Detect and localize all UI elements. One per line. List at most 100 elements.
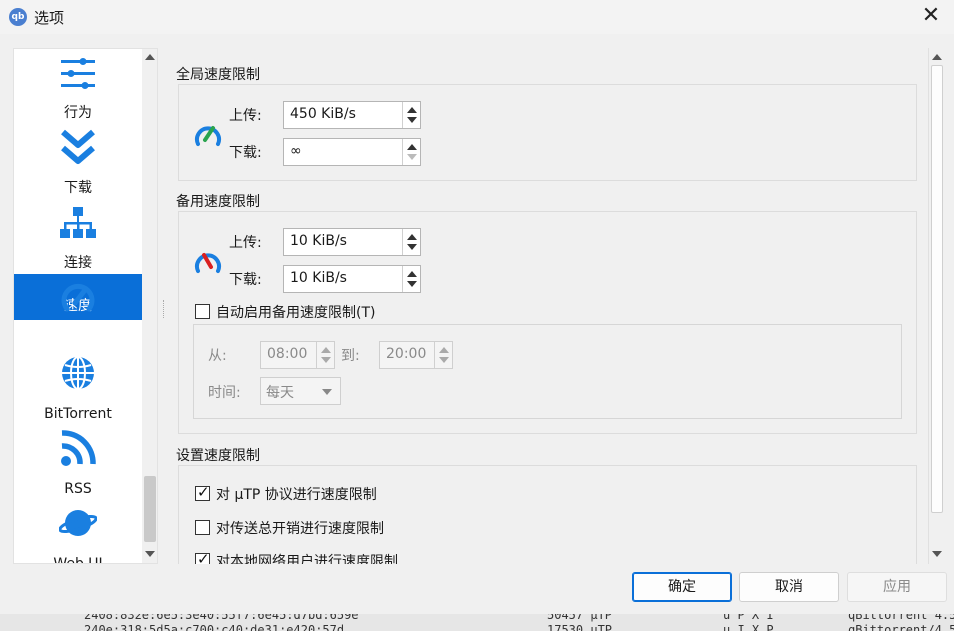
- sidebar-item-label: 下载: [64, 180, 92, 196]
- sidebar-item-label: 连接: [64, 255, 92, 271]
- red-speedometer-icon: [195, 253, 221, 273]
- global-download-value: ∞: [290, 143, 302, 159]
- alt-limits-title: 备用速度限制: [176, 194, 260, 210]
- schedule-alt-checkbox[interactable]: [195, 304, 210, 319]
- options-window: qb 选项 ✕ 行为 下载 连接 速度 BitTorrent RSS Web U…: [0, 0, 954, 614]
- sidebar-item-label: RSS: [64, 481, 92, 497]
- limit-utp-label[interactable]: 对 µTP 协议进行速度限制: [216, 484, 377, 504]
- alt-limits-group: 上传: 10 KiB/s 下载: 10 KiB/s 自动启用备用速度限制(T) …: [178, 211, 917, 434]
- limit-overhead-label[interactable]: 对传送总开销进行速度限制: [216, 518, 384, 538]
- when-label: 时间:: [208, 385, 241, 401]
- speedometer-icon-holder: [14, 274, 142, 316]
- content-scroll-thumb[interactable]: [931, 65, 943, 513]
- spin-up-icon[interactable]: [407, 144, 417, 150]
- when-select-value: 每天: [266, 385, 294, 401]
- background-peer-list: 2408:832e:6e5:3e40:55f7:6e45:d7bd:659e 5…: [0, 614, 954, 631]
- alt-download-label: 下载:: [229, 272, 262, 288]
- qbittorrent-app-icon: qb: [9, 8, 27, 26]
- sliders-icon: [61, 58, 95, 89]
- sidebar-item-downloads[interactable]: 下载: [14, 124, 142, 199]
- global-limits-title: 全局速度限制: [176, 67, 260, 83]
- checkmark-icon: ✓: [197, 550, 210, 564]
- sidebar-item-bittorrent[interactable]: BitTorrent: [14, 349, 142, 424]
- alt-upload-spinbox[interactable]: 10 KiB/s: [283, 228, 421, 256]
- from-label: 从:: [208, 348, 227, 364]
- from-time-value: 08:00: [267, 346, 308, 362]
- from-time-spinbox[interactable]: 08:00: [260, 341, 335, 369]
- spin-up-icon[interactable]: [407, 271, 417, 277]
- rss-icon: [61, 430, 96, 466]
- spin-down-icon[interactable]: [439, 357, 449, 363]
- global-upload-spinbox[interactable]: 450 KiB/s: [283, 101, 421, 129]
- spin-down-icon[interactable]: [407, 281, 417, 287]
- close-icon: ✕: [921, 3, 941, 28]
- network-icon: [60, 207, 96, 238]
- peer-flags: u P X I: [723, 614, 774, 622]
- sidebar-item-rss[interactable]: RSS: [14, 424, 142, 499]
- settings-sidebar: 行为 下载 连接 速度 BitTorrent RSS Web UI: [13, 48, 158, 564]
- spin-up-icon[interactable]: [321, 347, 331, 353]
- speed-settings-panel: 全局速度限制 上传: 450 KiB/s 下载: ∞ 备用速度限制 上传: 10…: [166, 48, 944, 564]
- global-limits-group: 上传: 450 KiB/s 下载: ∞: [178, 84, 917, 181]
- globe-icon: [62, 356, 94, 390]
- ok-button[interactable]: 确定: [632, 572, 732, 602]
- limit-utp-checkbox[interactable]: ✓: [195, 483, 210, 501]
- when-select[interactable]: 每天: [260, 377, 341, 405]
- sidebar-item-label: BitTorrent: [44, 406, 112, 422]
- scroll-up-arrow-icon[interactable]: [932, 54, 942, 60]
- checkmark-icon: ✓: [197, 483, 210, 501]
- spin-up-icon[interactable]: [407, 107, 417, 113]
- sidebar-scrollbar[interactable]: [142, 49, 157, 563]
- scroll-up-arrow-icon[interactable]: [145, 54, 155, 60]
- peer-client: qBittorrent/4.5: [848, 623, 954, 631]
- spin-up-icon[interactable]: [439, 347, 449, 353]
- spin-up-icon[interactable]: [407, 234, 417, 240]
- sidebar-item-connection[interactable]: 连接: [14, 199, 142, 274]
- apply-button[interactable]: 应用: [847, 572, 947, 602]
- sidebar-item-label: Web UI: [53, 556, 103, 564]
- window-title: 选项: [34, 9, 65, 27]
- scroll-down-arrow-icon[interactable]: [145, 551, 155, 557]
- limit-lan-checkbox[interactable]: ✓: [195, 550, 210, 564]
- global-download-spinbox[interactable]: ∞: [283, 138, 421, 166]
- spin-down-icon[interactable]: [407, 154, 417, 160]
- spin-down-icon[interactable]: [321, 357, 331, 363]
- speedometer-icon: [61, 283, 95, 312]
- peer-ip: 2408:832e:6e5:3e40:55f7:6e45:d7bd:659e: [84, 614, 359, 622]
- sidebar-scroll-thumb[interactable]: [144, 476, 156, 542]
- alt-download-value: 10 KiB/s: [290, 270, 347, 286]
- double-chevron-down-icon: [61, 129, 95, 164]
- peer-port: 17530 μTP: [547, 623, 613, 631]
- to-time-value: 20:00: [386, 346, 427, 362]
- to-label: 到:: [341, 348, 360, 364]
- planet-icon: [59, 510, 97, 536]
- schedule-alt-label[interactable]: 自动启用备用速度限制(T): [216, 302, 375, 322]
- splitter-handle[interactable]: [163, 300, 165, 318]
- spin-down-icon[interactable]: [407, 244, 417, 250]
- title-bar: qb 选项 ✕: [0, 0, 954, 34]
- sidebar-item-behavior[interactable]: 行为: [14, 49, 142, 124]
- alt-download-spinbox[interactable]: 10 KiB/s: [283, 265, 421, 293]
- schedule-group: 从: 08:00 到: 20:00 时间: 每天: [193, 324, 902, 419]
- alt-upload-value: 10 KiB/s: [290, 233, 347, 249]
- green-speedometer-icon: [195, 126, 221, 146]
- content-scrollbar[interactable]: [928, 48, 945, 564]
- global-upload-label: 上传:: [229, 108, 262, 124]
- to-time-spinbox[interactable]: 20:00: [379, 341, 453, 369]
- limit-overhead-checkbox[interactable]: [195, 520, 210, 535]
- limit-lan-label[interactable]: 对本地网络用户进行速度限制: [216, 551, 398, 564]
- sidebar-item-webui[interactable]: Web UI: [14, 499, 142, 564]
- peer-flags: u I X P: [723, 623, 774, 631]
- sidebar-item-label: 行为: [64, 105, 92, 121]
- cancel-button[interactable]: 取消: [739, 572, 839, 602]
- limit-settings-group: ✓ 对 µTP 协议进行速度限制 对传送总开销进行速度限制 ✓ 对本地网络用户进…: [178, 465, 917, 564]
- peer-port: 50457 μTP: [547, 614, 613, 622]
- peer-client: qBittorrent 4.5: [848, 614, 954, 622]
- alt-upload-label: 上传:: [229, 235, 262, 251]
- scroll-down-arrow-icon[interactable]: [932, 551, 942, 557]
- limit-settings-title: 设置速度限制: [176, 448, 260, 464]
- close-button[interactable]: ✕: [908, 0, 954, 34]
- global-upload-value: 450 KiB/s: [290, 106, 356, 122]
- spin-down-icon[interactable]: [407, 117, 417, 123]
- peer-ip: 240e:318:5d5a:c700:c40:de31:e420:57d: [84, 623, 345, 631]
